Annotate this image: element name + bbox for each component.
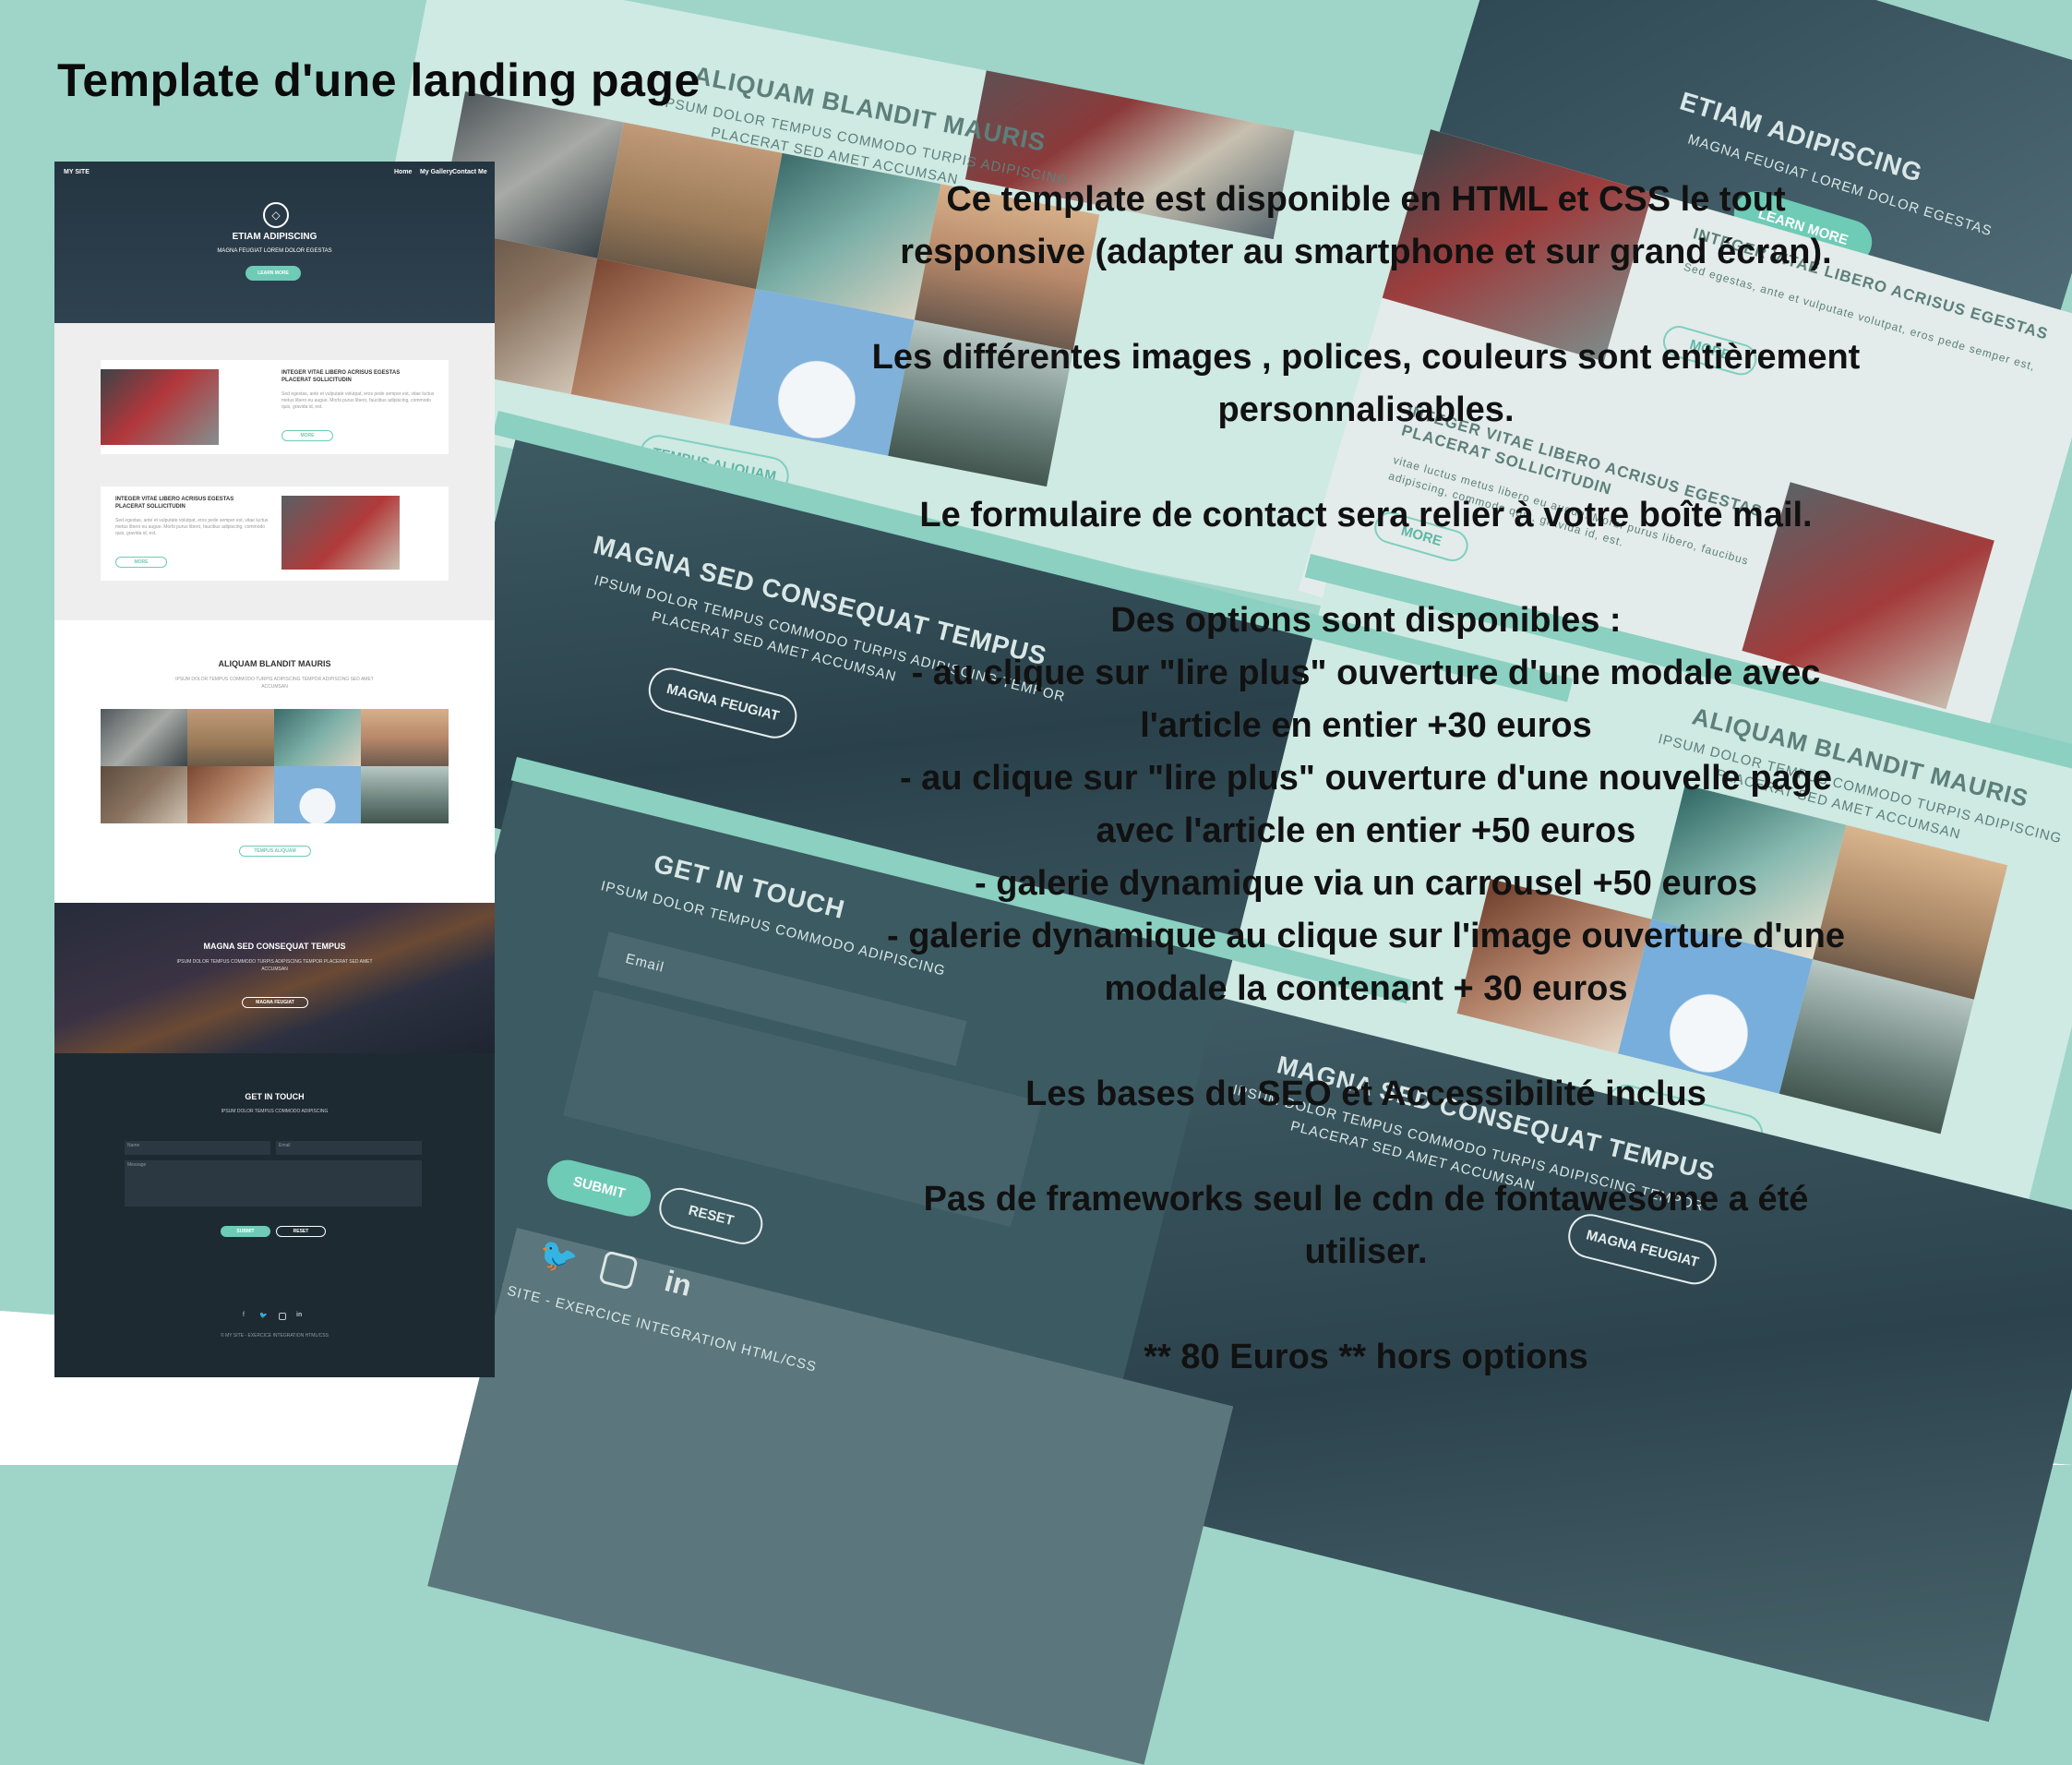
description-line: utiliser. xyxy=(1304,1232,1428,1271)
linkedin-icon[interactable]: in xyxy=(296,1312,302,1318)
description-line: - au clique sur "lire plus" ouverture d'… xyxy=(899,759,1833,798)
description-block: Ce template est disponible en HTML et CS… xyxy=(794,174,1938,1384)
preview-card-1: INTEGER VITAE LIBERO ACRISUS EGESTAS PLA… xyxy=(101,360,449,454)
preview-contact-title: GET IN TOUCH xyxy=(245,1092,305,1101)
preview-gallery-photo-4 xyxy=(361,709,449,766)
preview-card-1-title: INTEGER VITAE LIBERO ACRISUS EGESTAS PLA… xyxy=(281,370,401,383)
page-title: Template d'une landing page xyxy=(57,54,701,106)
preview-gallery-title: ALIQUAM BLANDIT MAURIS xyxy=(218,659,331,668)
preview-message-field[interactable]: Message xyxy=(125,1160,422,1207)
description-line: modale la contenant + 30 euros xyxy=(1104,969,1628,1008)
preview-name-field[interactable]: Name xyxy=(125,1141,270,1155)
preview-contact-subtitle: IPSUM DOLOR TEMPUS COMMODO ADIPISCING xyxy=(221,1109,329,1114)
preview-learn-more-button[interactable]: LEARN MORE xyxy=(246,266,301,281)
twitter-icon[interactable]: 🐦 xyxy=(259,1312,268,1319)
collage-twitter-icon: 🐦 xyxy=(534,1235,581,1279)
preview-card-2-title: INTEGER VITAE LIBERO ACRISUS EGESTAS PLA… xyxy=(115,497,234,510)
preview-card-2-more-button[interactable]: MORE xyxy=(115,557,167,568)
preview-gallery-photo-1 xyxy=(101,709,187,766)
preview-banner-button[interactable]: MAGNA FEUGIAT xyxy=(242,997,308,1008)
description-line: - galerie dynamique via un carrousel +50… xyxy=(975,864,1757,903)
description-line: responsive (adapter au smartphone et sur… xyxy=(900,233,1832,271)
price-line: ** 80 Euros ** hors options xyxy=(1144,1338,1588,1376)
preview-nav-home[interactable]: Home xyxy=(394,169,412,175)
preview-email-field[interactable]: Email xyxy=(276,1141,422,1155)
preview-nav-contact[interactable]: Contact Me xyxy=(452,169,487,175)
preview-gallery-photo-6 xyxy=(187,766,274,823)
preview-hero-title: ETIAM ADIPISCING xyxy=(232,232,317,242)
description-line: - au clique sur "lire plus" ouverture d'… xyxy=(911,654,1821,692)
description-line: Les bases du SEO et Accessibilité inclus xyxy=(1025,1075,1707,1113)
preview-gallery-subtitle: IPSUM DOLOR TEMPUS COMMODO TURPIS ADIPIS… xyxy=(175,677,374,690)
diamond-icon: ◇ xyxy=(263,202,289,228)
description-line: - galerie dynamique au clique sur l'imag… xyxy=(886,917,1845,955)
description-line: Le formulaire de contact sera relier à v… xyxy=(919,496,1813,534)
instagram-icon[interactable] xyxy=(279,1313,286,1320)
description-line: avec l'article en entier +50 euros xyxy=(1096,811,1636,850)
preview-submit-button[interactable]: SUBMIT xyxy=(221,1226,270,1237)
preview-banner-title: MAGNA SED CONSEQUAT TEMPUS xyxy=(203,942,346,951)
preview-logo[interactable]: MY SITE xyxy=(64,169,90,175)
template-preview: MY SITE Home My Gallery Contact Me ◇ ETI… xyxy=(54,162,495,1377)
description-line: Pas de frameworks seul le cdn de fontawe… xyxy=(923,1180,1809,1219)
preview-reset-button[interactable]: RESET xyxy=(276,1226,326,1237)
preview-card-1-more-button[interactable]: MORE xyxy=(281,430,333,441)
collage-instagram-icon xyxy=(598,1250,639,1291)
collage-submit-button: SUBMIT xyxy=(543,1155,655,1221)
facebook-icon[interactable]: f xyxy=(243,1312,245,1318)
preview-card-2: INTEGER VITAE LIBERO ACRISUS EGESTAS PLA… xyxy=(101,486,449,581)
preview-gallery-photo-8 xyxy=(361,766,449,823)
description-line: Ce template est disponible en HTML et CS… xyxy=(946,180,1786,219)
preview-card-1-text: Sed egestas, ante et vulputate volutpat,… xyxy=(281,391,435,410)
preview-gallery-photo-2 xyxy=(187,709,274,766)
description-line: l'article en entier +30 euros xyxy=(1140,706,1592,745)
description-line: Les différentes images , polices, couleu… xyxy=(871,338,1861,377)
collage-photo-cups xyxy=(570,258,757,426)
preview-banner-subtitle: IPSUM DOLOR TEMPUS COMMODO TURPIS ADIPIS… xyxy=(176,959,373,972)
preview-banner-section: MAGNA SED CONSEQUAT TEMPUS IPSUM DOLOR T… xyxy=(54,903,495,1053)
collage-reset-button: RESET xyxy=(654,1183,767,1249)
preview-nav-gallery[interactable]: My Gallery xyxy=(420,169,452,175)
preview-gallery-photo-5 xyxy=(101,766,187,823)
preview-hero-subtitle: MAGNA FEUGIAT LOREM DOLOR EGESTAS xyxy=(217,248,332,254)
preview-gallery-photo-3 xyxy=(274,709,361,766)
preview-hero: MY SITE Home My Gallery Contact Me ◇ ETI… xyxy=(54,162,495,323)
preview-contact-section: GET IN TOUCH IPSUM DOLOR TEMPUS COMMODO … xyxy=(54,1053,495,1377)
preview-gallery-photo-7 xyxy=(274,766,361,823)
description-line: Des options sont disponibles : xyxy=(1110,601,1622,640)
collage-banner-button: MAGNA FEUGIAT xyxy=(643,663,802,743)
preview-copyright: © MY SITE - EXERCICE INTEGRATION HTML/CS… xyxy=(221,1333,329,1339)
preview-cards-section: INTEGER VITAE LIBERO ACRISUS EGESTAS PLA… xyxy=(54,323,495,620)
preview-card-2-image xyxy=(281,496,400,570)
preview-card-1-image xyxy=(101,369,219,445)
description-line: personnalisables. xyxy=(1217,390,1515,429)
preview-gallery-section: ALIQUAM BLANDIT MAURIS IPSUM DOLOR TEMPU… xyxy=(54,620,495,903)
preview-card-2-text: Sed egestas, ante et vulputate volutpat,… xyxy=(115,518,269,536)
preview-gallery-button[interactable]: TEMPUS ALIQUAM xyxy=(239,846,311,857)
